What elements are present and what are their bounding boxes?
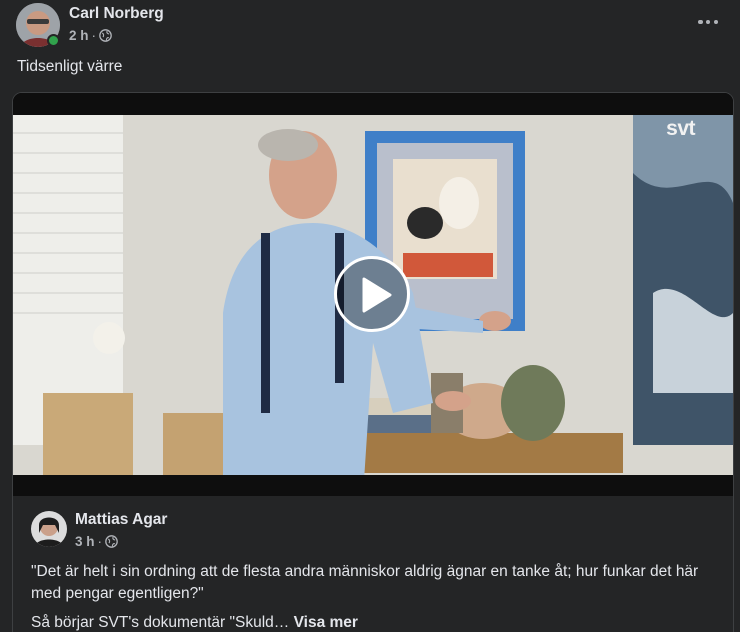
post-meta: 2 h · — [69, 28, 112, 43]
meta-separator: · — [97, 534, 103, 549]
dot-icon — [698, 19, 703, 25]
more-options-icon[interactable] — [698, 14, 718, 30]
dot-icon — [705, 19, 711, 25]
shared-author-name[interactable]: Mattias Agar — [75, 511, 167, 529]
post-timestamp[interactable]: 2 h — [69, 28, 89, 43]
dot-icon — [713, 19, 718, 25]
see-more-link[interactable]: Visa mer — [294, 614, 358, 631]
meta-separator: · — [91, 28, 97, 43]
globe-icon[interactable] — [105, 535, 118, 548]
globe-icon[interactable] — [99, 29, 112, 42]
play-icon — [362, 277, 392, 313]
shared-post-timestamp[interactable]: 3 h — [75, 534, 95, 549]
post-author-name[interactable]: Carl Norberg — [69, 5, 164, 23]
play-button[interactable] — [334, 256, 410, 332]
shared-post-quote: "Det är helt i sin ordning att de flesta… — [31, 563, 699, 602]
shared-post-meta: 3 h · — [75, 534, 118, 549]
svt-watermark: svt — [666, 117, 695, 140]
video-player[interactable]: svt — [13, 93, 733, 496]
online-status-indicator — [47, 34, 60, 47]
teaser-text: Så börjar SVT's dokumentär "Skuld… — [31, 614, 290, 631]
feed-post: Carl Norberg 2 h · Tidsenligt värre svt … — [0, 0, 740, 632]
shared-post-card[interactable]: svt Mattias Agar 3 h · "Det är helt i si… — [12, 92, 734, 632]
shared-post-teaser: Så börjar SVT's dokumentär "Skuld… Visa … — [31, 614, 358, 632]
avatar-image — [31, 511, 67, 547]
shared-author-avatar[interactable] — [31, 511, 67, 547]
post-text: Tidsenligt värre — [17, 58, 123, 75]
